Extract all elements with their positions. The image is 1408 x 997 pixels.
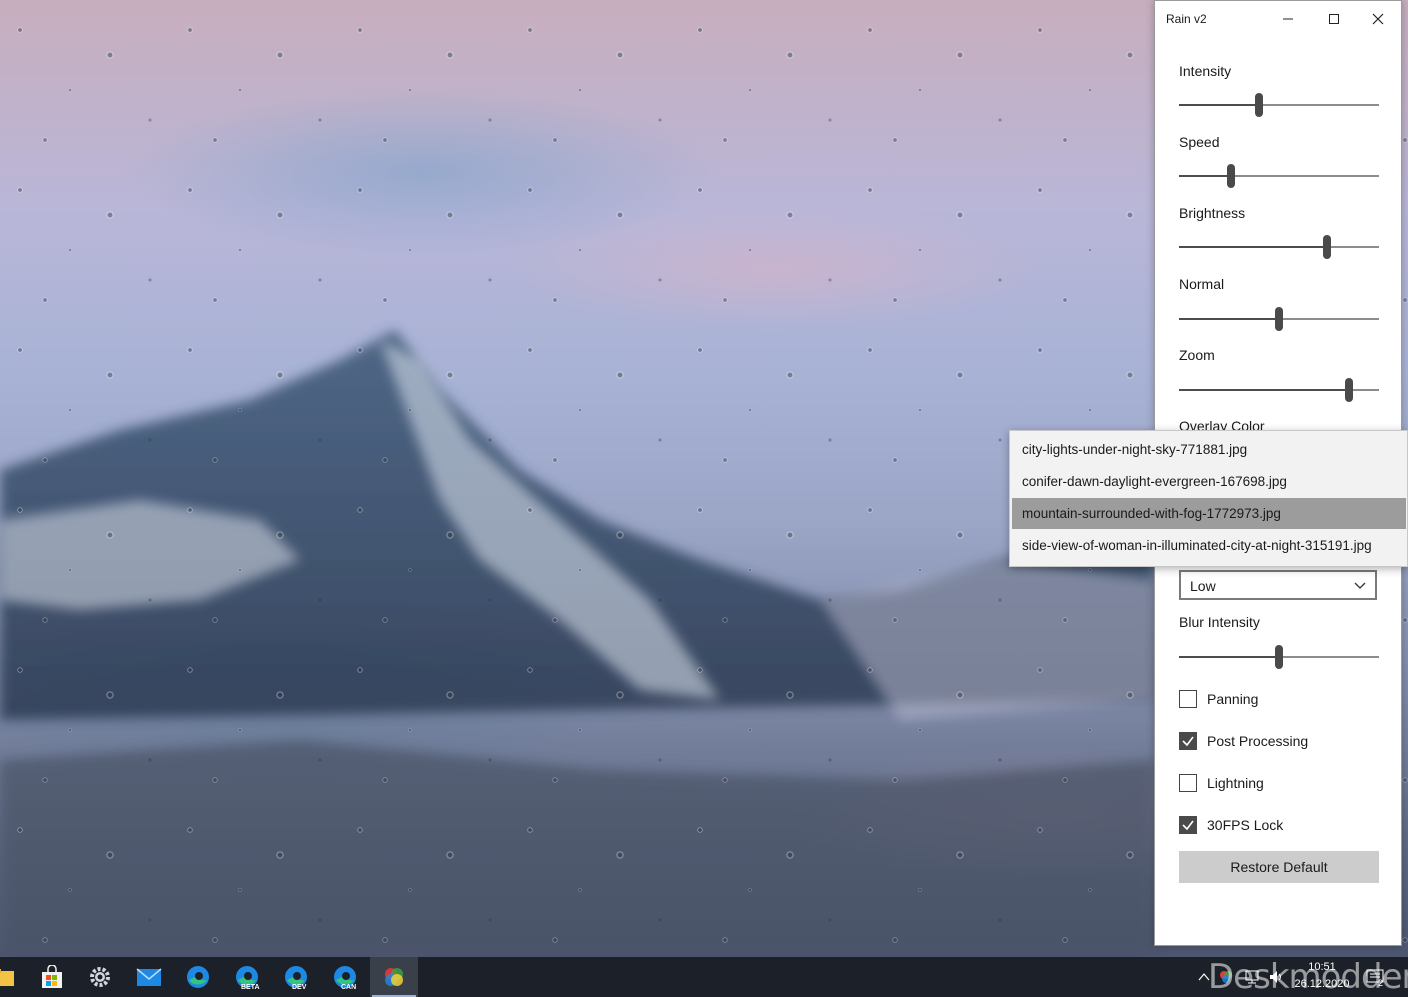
speed-label: Speed [1179, 134, 1220, 150]
intensity-label: Intensity [1179, 63, 1232, 79]
panning-label: Panning [1207, 691, 1259, 707]
notification-count: 2 [1378, 978, 1384, 988]
rain-app-icon [385, 968, 403, 986]
edge-beta-button[interactable]: BETA [223, 957, 271, 997]
checkbox-box[interactable] [1179, 774, 1197, 792]
zoom-slider[interactable] [1179, 378, 1379, 402]
settings-gear-icon [90, 967, 110, 987]
edge-dev-button[interactable]: DEV [272, 957, 320, 997]
title-bar[interactable]: Rain v2 [1155, 1, 1401, 37]
clock-date: 26.12.2020 [1294, 978, 1350, 990]
taskbar: BETA DEV CAN 10:51 26.12.2020 2 [0, 957, 1408, 997]
quality-value: Low [1190, 578, 1216, 594]
slider-thumb[interactable] [1275, 645, 1283, 669]
file-explorer-icon [0, 969, 14, 986]
normal-slider[interactable] [1179, 307, 1379, 331]
chevron-up-icon [1198, 973, 1210, 981]
checkmark-icon [1182, 736, 1194, 747]
wallpaper-option[interactable]: mountain-surrounded-with-fog-1772973.jpg [1012, 498, 1406, 529]
canary-badge: CAN [341, 984, 357, 991]
settings-button[interactable] [76, 957, 124, 997]
checkmark-icon [1182, 820, 1194, 831]
rain-app-button[interactable] [370, 957, 418, 997]
post-processing-label: Post Processing [1207, 733, 1309, 749]
window-title: Rain v2 [1166, 12, 1207, 26]
store-icon [42, 965, 62, 988]
maximize-icon [1329, 14, 1339, 24]
dev-badge: DEV [292, 984, 307, 991]
checkbox-box[interactable] [1179, 816, 1197, 834]
show-hidden-icons-button[interactable] [1198, 957, 1210, 997]
panning-checkbox[interactable]: Panning [1179, 688, 1258, 710]
restore-default-button[interactable]: Restore Default [1179, 851, 1379, 883]
lightning-label: Lightning [1207, 775, 1264, 791]
lightning-checkbox[interactable]: Lightning [1179, 772, 1264, 794]
mail-icon [136, 968, 162, 986]
intensity-slider[interactable] [1179, 93, 1379, 117]
edge-icon [187, 966, 209, 988]
maximize-button[interactable] [1311, 1, 1357, 37]
slider-thumb[interactable] [1227, 164, 1235, 188]
zoom-label: Zoom [1179, 347, 1215, 363]
blur-intensity-label: Blur Intensity [1179, 614, 1260, 630]
store-button[interactable] [28, 957, 76, 997]
brightness-slider[interactable] [1179, 235, 1379, 259]
network-button[interactable] [1244, 957, 1260, 997]
network-icon [1245, 970, 1259, 984]
color-app-tray-icon [1220, 971, 1232, 983]
mail-button[interactable] [125, 957, 173, 997]
fps-lock-checkbox[interactable]: 30FPS Lock [1179, 814, 1283, 836]
post-processing-checkbox[interactable]: Post Processing [1179, 730, 1308, 752]
file-explorer-button[interactable] [0, 957, 28, 997]
volume-icon [1270, 971, 1281, 983]
normal-label: Normal [1179, 276, 1225, 292]
brightness-label: Brightness [1179, 205, 1246, 221]
wallpaper-option[interactable]: side-view-of-woman-in-illuminated-city-a… [1012, 530, 1406, 561]
quality-dropdown[interactable]: Low [1179, 570, 1377, 600]
slider-thumb[interactable] [1275, 307, 1283, 331]
close-icon [1372, 13, 1384, 25]
slider-thumb[interactable] [1323, 235, 1331, 259]
minimize-button[interactable] [1265, 1, 1311, 37]
wallpaper-option[interactable]: city-lights-under-night-sky-771881.jpg [1012, 434, 1406, 465]
wallpaper-dropdown-list: city-lights-under-night-sky-771881.jpg c… [1009, 430, 1408, 567]
speed-slider[interactable] [1179, 164, 1379, 188]
slider-thumb[interactable] [1255, 93, 1263, 117]
edge-canary-button[interactable]: CAN [321, 957, 369, 997]
wallpaper-option[interactable]: conifer-dawn-daylight-evergreen-167698.j… [1012, 466, 1406, 497]
beta-badge: BETA [241, 984, 260, 991]
edge-button[interactable] [174, 957, 222, 997]
close-button[interactable] [1355, 1, 1401, 37]
tray-app-icon-button[interactable] [1218, 957, 1234, 997]
fps-lock-label: 30FPS Lock [1207, 817, 1284, 833]
blur-intensity-slider[interactable] [1179, 645, 1379, 669]
slider-thumb[interactable] [1345, 378, 1353, 402]
clock-time: 10:51 [1308, 961, 1336, 973]
checkbox-box[interactable] [1179, 690, 1197, 708]
clock-button[interactable]: 10:51 26.12.2020 [1290, 957, 1354, 997]
action-center-button[interactable]: 2 [1366, 957, 1384, 997]
minimize-icon [1283, 18, 1293, 20]
checkbox-box[interactable] [1179, 732, 1197, 750]
volume-button[interactable] [1268, 957, 1284, 997]
chevron-down-icon [1354, 582, 1366, 589]
